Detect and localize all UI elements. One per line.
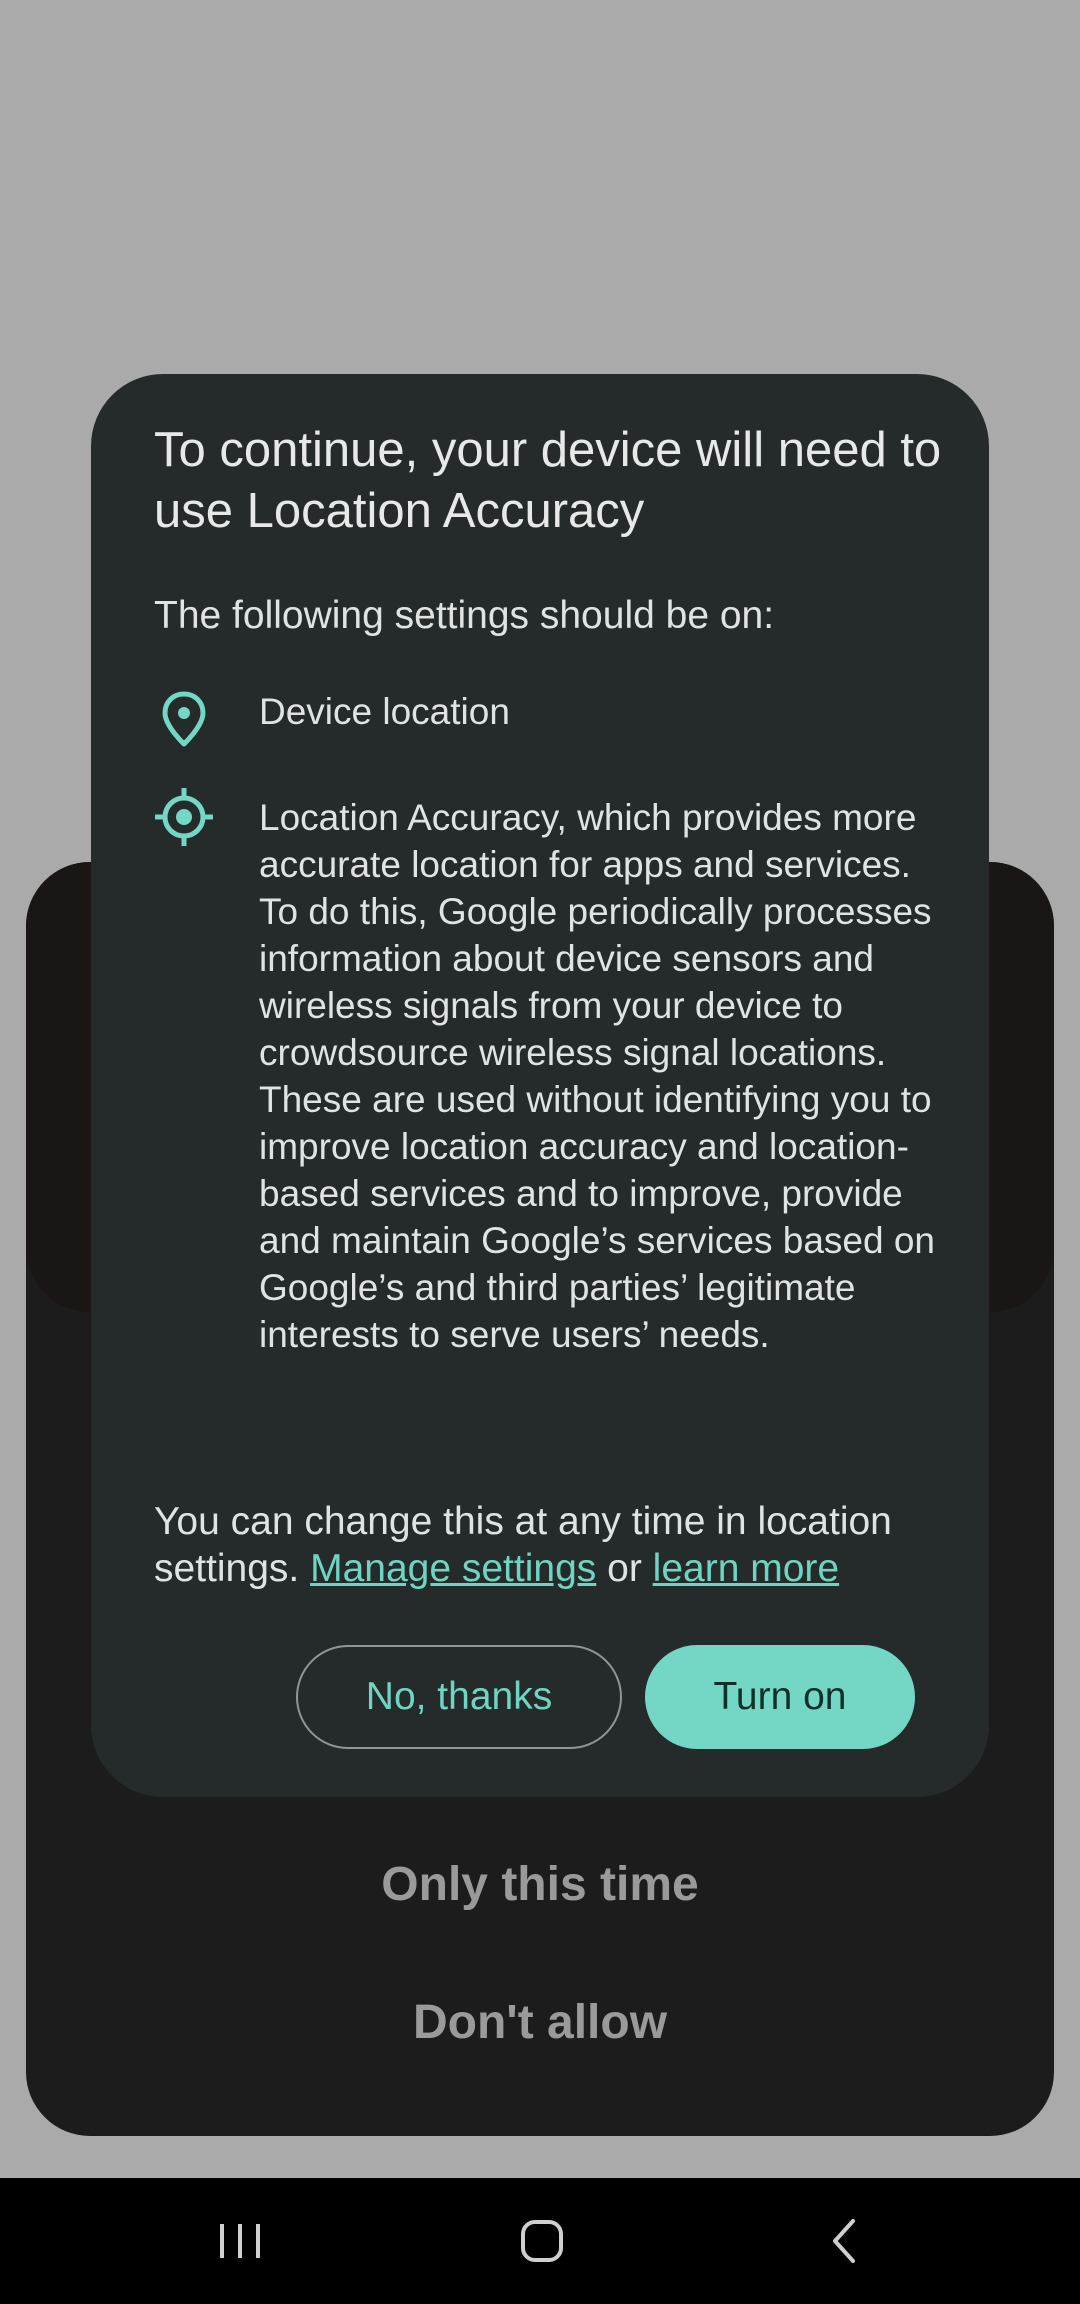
manage-settings-link[interactable]: Manage settings xyxy=(310,1547,596,1590)
gps-target-icon xyxy=(153,786,215,848)
footer-or: or xyxy=(607,1547,642,1590)
only-this-time-option[interactable]: Only this time xyxy=(26,1857,1054,1912)
location-accuracy-description: Location Accuracy, which provides more a… xyxy=(259,797,936,1355)
dialog-footer: You can change this at any time in locat… xyxy=(154,1498,954,1592)
back-icon[interactable] xyxy=(785,2178,905,2304)
dont-allow-option[interactable]: Don't allow xyxy=(26,1995,1054,2050)
location-pin-icon xyxy=(153,688,215,750)
learn-more-link[interactable]: learn more xyxy=(653,1547,839,1590)
dialog-subtitle: The following settings should be on: xyxy=(154,594,775,637)
location-accuracy-dialog: To continue, your device will need to us… xyxy=(91,374,989,1797)
home-icon[interactable] xyxy=(482,2178,602,2304)
dialog-title: To continue, your device will need to us… xyxy=(154,423,942,538)
no-thanks-button[interactable]: No, thanks xyxy=(296,1645,622,1749)
device-location-label: Device location xyxy=(259,691,510,732)
turn-on-button[interactable]: Turn on xyxy=(645,1645,915,1749)
system-navigation-bar xyxy=(0,2178,1080,2304)
recent-apps-icon[interactable] xyxy=(180,2178,300,2304)
